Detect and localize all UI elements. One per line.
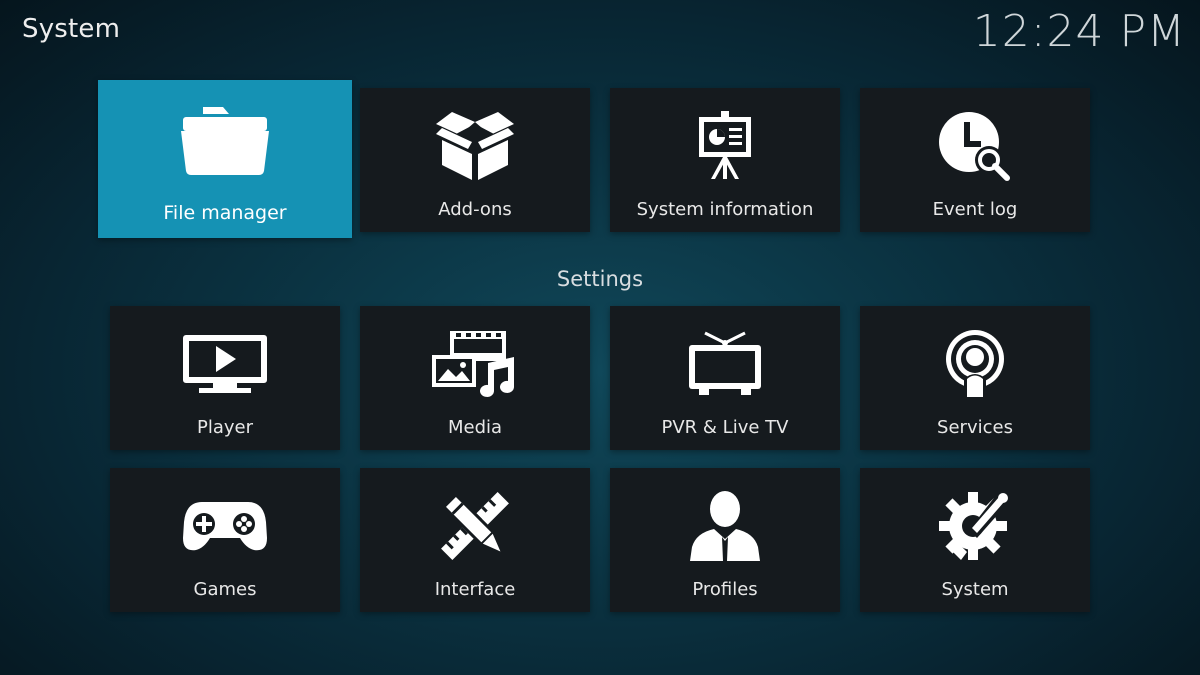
settings-heading: Settings: [556, 267, 644, 291]
tile-label: Add-ons: [438, 199, 512, 220]
folder-icon: [177, 102, 273, 178]
presentation-board-icon: [677, 108, 773, 184]
clock-search-icon: [927, 108, 1023, 184]
tile-label: File manager: [163, 202, 287, 224]
tv-antenna-icon: [677, 326, 773, 402]
page-title: System: [22, 14, 121, 44]
gamepad-icon: [177, 488, 273, 564]
tile-label: Media: [447, 417, 503, 438]
tile-system-settings[interactable]: System: [860, 468, 1090, 612]
tile-label: Services: [937, 417, 1013, 438]
tile-label: System information: [636, 199, 814, 220]
user-icon: [677, 488, 773, 564]
tv-play-icon: [177, 326, 273, 402]
tile-label: Games: [193, 579, 257, 600]
tile-label: Profiles: [692, 579, 758, 600]
tile-system-information[interactable]: System information: [610, 88, 840, 232]
tile-media[interactable]: Media: [360, 306, 590, 450]
tile-add-ons[interactable]: Add-ons: [360, 88, 590, 232]
tile-file-manager[interactable]: File manager: [98, 80, 352, 238]
clock: 12:24 PM: [972, 6, 1186, 57]
tile-label: PVR & Live TV: [661, 417, 789, 438]
media-library-icon: [427, 326, 523, 402]
broadcast-icon: [927, 326, 1023, 402]
box-icon: [427, 108, 523, 184]
tile-event-log[interactable]: Event log: [860, 88, 1090, 232]
tile-player[interactable]: Player: [110, 306, 340, 450]
tile-label: Event log: [932, 199, 1018, 220]
tile-label: System: [941, 579, 1009, 600]
tile-label: Interface: [434, 579, 516, 600]
tile-profiles[interactable]: Profiles: [610, 468, 840, 612]
tile-games[interactable]: Games: [110, 468, 340, 612]
tile-pvr-live-tv[interactable]: PVR & Live TV: [610, 306, 840, 450]
tile-interface[interactable]: Interface: [360, 468, 590, 612]
tile-services[interactable]: Services: [860, 306, 1090, 450]
pencil-ruler-icon: [427, 488, 523, 564]
gear-wrench-icon: [927, 488, 1023, 564]
tile-label: Player: [196, 417, 253, 438]
